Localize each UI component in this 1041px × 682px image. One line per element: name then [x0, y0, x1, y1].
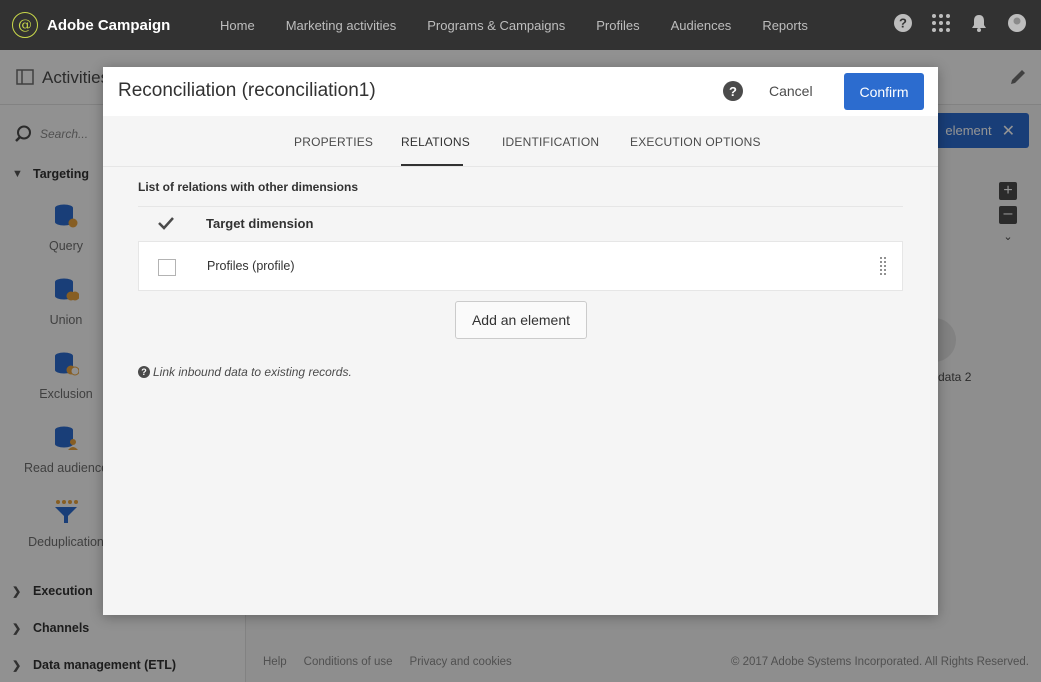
row-checkbox[interactable]: [158, 259, 176, 276]
svg-text:?: ?: [899, 16, 907, 31]
dialog-header: Reconciliation (reconciliation1) ? Cance…: [103, 67, 938, 116]
main-nav: Home Marketing activities Programs & Cam…: [220, 18, 839, 33]
info-question-icon: ?: [138, 366, 150, 378]
info-text: Link inbound data to existing records.: [153, 365, 352, 379]
nav-reports[interactable]: Reports: [762, 18, 808, 33]
column-target-dimension: Target dimension: [206, 216, 314, 231]
help-icon[interactable]: ?: [723, 81, 743, 101]
relations-table-header: Target dimension: [138, 206, 903, 241]
tab-execution-options[interactable]: EXECUTION OPTIONS: [630, 135, 761, 149]
info-hint: ? Link inbound data to existing records.: [138, 365, 352, 379]
help-icon[interactable]: ?: [893, 13, 913, 33]
select-all-checkmark-icon[interactable]: [158, 215, 174, 231]
bell-icon[interactable]: [969, 13, 989, 33]
table-row[interactable]: Profiles (profile): [138, 241, 903, 291]
avatar[interactable]: [1007, 13, 1027, 33]
adobe-campaign-logo-icon: @: [12, 12, 38, 38]
reconciliation-dialog: Reconciliation (reconciliation1) ? Cance…: [103, 67, 938, 615]
top-bar: @ Adobe Campaign Home Marketing activiti…: [0, 0, 1041, 50]
dialog-title: Reconciliation (reconciliation1): [118, 80, 376, 101]
cancel-button[interactable]: Cancel: [763, 80, 819, 102]
relations-list-title: List of relations with other dimensions: [138, 180, 359, 194]
nav-home[interactable]: Home: [220, 18, 255, 33]
add-element-button[interactable]: Add an element: [455, 301, 587, 339]
tab-identification[interactable]: IDENTIFICATION: [502, 135, 599, 149]
logo[interactable]: @ Adobe Campaign: [12, 12, 212, 38]
tab-properties[interactable]: PROPERTIES: [294, 135, 373, 149]
nav-profiles[interactable]: Profiles: [596, 18, 639, 33]
product-name: Adobe Campaign: [47, 16, 171, 34]
confirm-button[interactable]: Confirm: [844, 73, 924, 110]
tab-relations[interactable]: RELATIONS: [401, 135, 470, 149]
nav-audiences[interactable]: Audiences: [671, 18, 732, 33]
apps-grid-icon[interactable]: [931, 13, 951, 33]
active-tab-indicator: [401, 164, 463, 166]
nav-marketing-activities[interactable]: Marketing activities: [286, 18, 397, 33]
row-label: Profiles (profile): [207, 259, 295, 273]
dialog-tabs: PROPERTIES RELATIONS IDENTIFICATION EXEC…: [103, 116, 938, 167]
drag-handle-icon[interactable]: [878, 256, 888, 276]
nav-programs-campaigns[interactable]: Programs & Campaigns: [427, 18, 565, 33]
